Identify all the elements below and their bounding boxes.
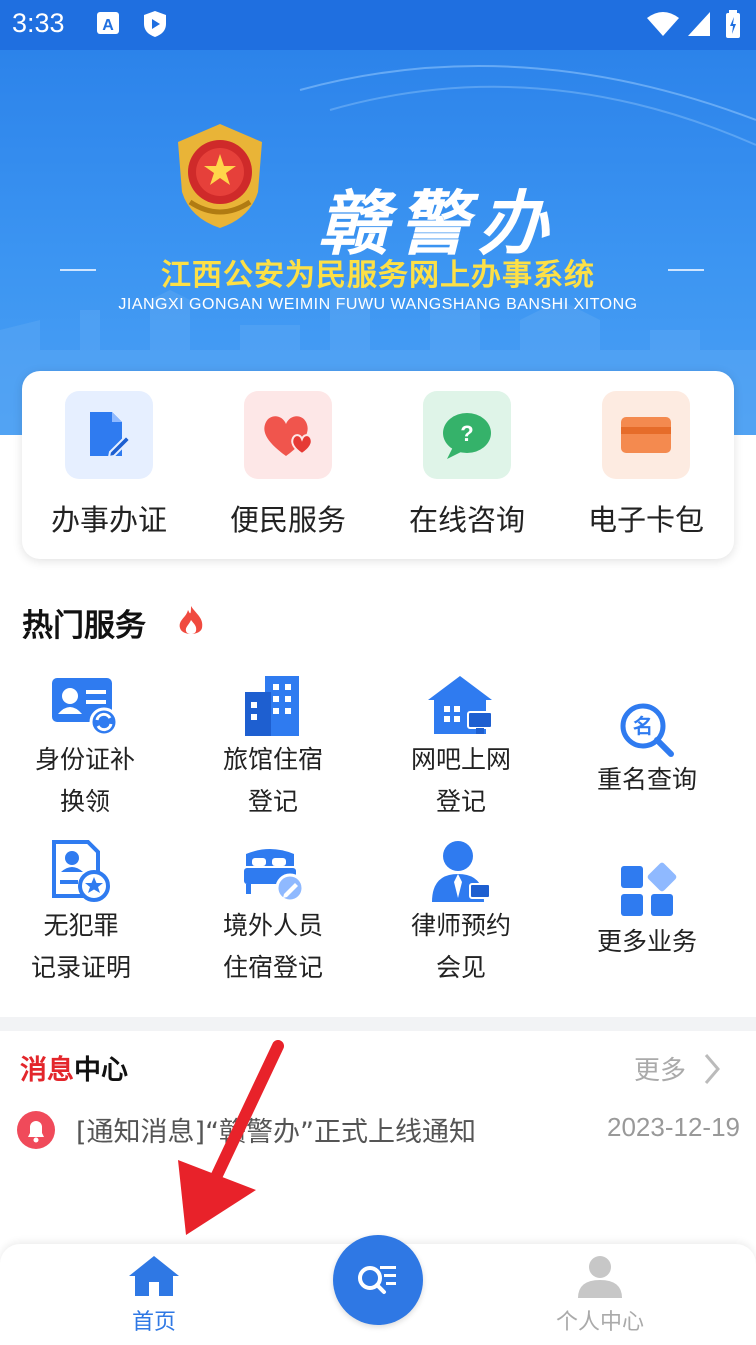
quick-action-label: 电子卡包 [587,503,704,537]
flame-icon [176,604,206,642]
svg-text:?: ? [460,421,473,446]
annotation-arrow [176,1040,286,1244]
hotel-building-icon [188,668,358,738]
quick-action-label: 在线咨询 [408,503,525,537]
quick-action-wallet[interactable]: 电子卡包 [571,391,721,539]
hearts-icon [244,391,332,479]
service-label: 会见 [435,953,486,982]
service-label: 登记 [435,787,486,816]
service-label: 无犯罪 [43,911,119,940]
more-grid-icon [562,850,732,920]
service-no-crime-record[interactable]: 无犯罪 记录证明 [0,834,166,988]
status-bar: 3:33 A [0,0,756,50]
id-card-refresh-icon [0,668,170,738]
banner-pinyin: JIANGXI GONGAN WEIMIN FUWU WANGSHANG BAN… [118,296,638,313]
quick-action-label: 办事办证 [50,503,167,537]
svg-text:名: 名 [633,714,653,738]
card-wallet-icon [602,391,690,479]
chevron-right-icon[interactable] [702,1052,722,1090]
service-lawyer-appointment[interactable]: 律师预约 会见 [376,834,546,988]
message-title-part1: 消息 [20,1055,74,1086]
quick-action-label: 便民服务 [229,503,346,537]
search-list-icon [358,1266,396,1294]
service-foreigner-lodging[interactable]: 境外人员 住宿登记 [188,834,358,988]
service-label: 登记 [247,787,298,816]
service-label: 身份证补 [34,745,135,774]
service-label: 境外人员 [222,911,323,940]
name-search-icon: 名 [562,688,732,758]
svg-text:A: A [102,17,114,34]
service-label: 记录证明 [30,953,131,982]
quick-action-services[interactable]: 便民服务 [213,391,363,539]
home-icon [94,1254,214,1302]
battery-icon [724,10,744,44]
police-badge-logo [170,122,270,236]
tab-home-label: 首页 [131,1310,176,1335]
message-title-part2: 中心 [74,1055,128,1086]
service-id-card[interactable]: 身份证补 换领 [0,668,170,822]
message-center-title: 消息中心 [20,1048,128,1087]
banner-subtitle: 江西公安为民服务网上办事系统 [161,258,595,293]
signal-icon [686,10,712,42]
tab-profile-label: 个人中心 [555,1310,644,1335]
service-label: 更多业务 [596,927,697,956]
internet-cafe-icon [376,668,546,738]
quick-actions-card: 办事办证 便民服务 ? 在线咨询 电子卡包 [22,371,734,559]
center-search-button[interactable] [333,1235,423,1325]
service-hotel[interactable]: 旅馆住宿 登记 [188,668,358,822]
service-label: 旅馆住宿 [222,745,323,774]
message-date: 2023-12-19 [607,1112,740,1142]
service-internet-cafe[interactable]: 网吧上网 登记 [376,668,546,822]
shield-play-icon [142,10,168,42]
bell-icon [16,1110,56,1154]
wifi-icon [646,10,680,42]
tab-home[interactable]: 首页 [94,1254,214,1336]
hot-services-title: 热门服务 [22,608,146,644]
bed-edit-icon [188,834,358,904]
service-label: 网吧上网 [410,745,511,774]
message-more-link[interactable]: 更多 [634,1050,686,1087]
certificate-star-icon [0,834,166,904]
user-icon [540,1254,660,1302]
lawyer-icon [376,834,546,904]
message-item[interactable]: [通知消息]“赣警办”正式上线通知 2023-12-19 [16,1108,740,1152]
service-label: 重名查询 [596,765,697,794]
tab-profile[interactable]: 个人中心 [540,1254,660,1336]
service-label: 律师预约 [410,911,511,940]
service-label: 换领 [59,787,110,816]
quick-action-document[interactable]: 办事办证 [34,391,184,539]
chat-question-icon: ? [423,391,511,479]
status-time: 3:33 [12,8,65,38]
service-more[interactable]: 更多业务 [562,850,732,962]
app-a-icon: A [96,10,120,40]
section-divider [0,1017,756,1031]
service-name-search[interactable]: 名 重名查询 [562,688,732,800]
service-label: 住宿登记 [222,953,323,982]
quick-action-consult[interactable]: ? 在线咨询 [392,391,542,539]
document-edit-icon [65,391,153,479]
